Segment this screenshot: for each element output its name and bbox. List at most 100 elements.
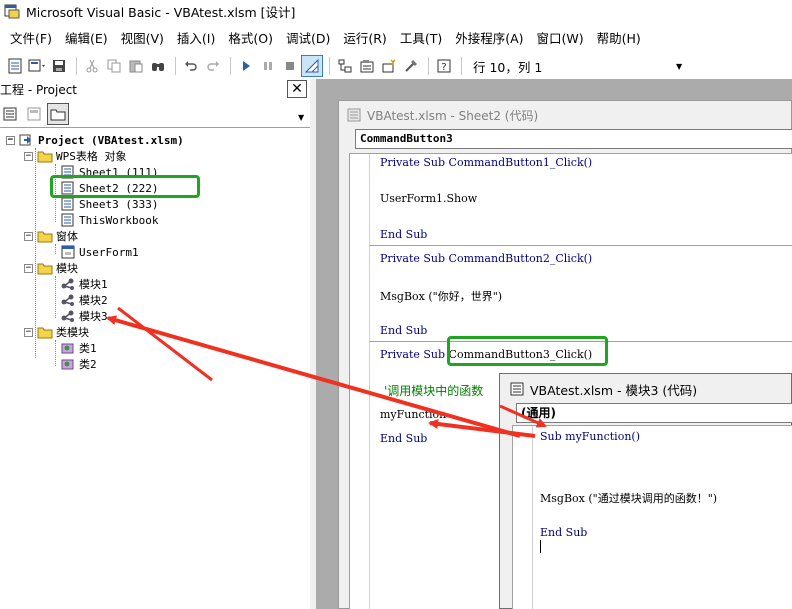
menu-help[interactable]: 帮助(H) bbox=[597, 28, 641, 47]
collapse-icon[interactable]: − bbox=[6, 135, 15, 145]
tree-root-project[interactable]: − Project (VBAtest.xlsm) bbox=[6, 132, 184, 148]
code-window-title-bar[interactable]: VBAtest.xlsm - 模块3 (代码) bbox=[500, 374, 791, 404]
code-line: Private Sub CommandButton2_Click() bbox=[380, 252, 593, 265]
title-bar: Microsoft Visual Basic - VBAtest.xlsm [设… bbox=[0, 0, 792, 22]
collapse-icon[interactable]: − bbox=[24, 231, 33, 241]
menu-addins[interactable]: 外接程序(A) bbox=[455, 28, 523, 47]
tree-item-thisworkbook[interactable]: ThisWorkbook bbox=[60, 212, 158, 228]
code-line: End Sub bbox=[380, 432, 428, 445]
folder-icon bbox=[37, 327, 53, 339]
tree-group-forms[interactable]: − 窗体 bbox=[24, 228, 78, 244]
tree-group-label: 类模块 bbox=[56, 326, 89, 339]
reset-icon[interactable] bbox=[280, 56, 300, 76]
code-window-title-bar[interactable]: VBAtest.xlsm - Sheet2 (代码) bbox=[339, 101, 791, 129]
project-tree: − Project (VBAtest.xlsm) − WPS表格 对象 Shee… bbox=[0, 127, 310, 609]
module-icon bbox=[61, 310, 74, 322]
menu-format[interactable]: 格式(O) bbox=[228, 28, 273, 47]
collapse-icon[interactable]: − bbox=[24, 327, 33, 337]
tree-item-label: ThisWorkbook bbox=[79, 213, 159, 227]
save-icon[interactable] bbox=[49, 56, 69, 76]
tree-group-label: WPS表格 对象 bbox=[56, 150, 127, 163]
toolbar-separator bbox=[175, 57, 176, 75]
project-panel-toolbar: ▼ bbox=[0, 102, 310, 126]
tree-guide bbox=[55, 276, 56, 318]
tree-item-module3[interactable]: 模块3 bbox=[60, 308, 108, 324]
cut-icon[interactable] bbox=[82, 56, 102, 76]
toolbar-options-chevron-icon[interactable]: ▼ bbox=[676, 62, 682, 71]
code-window-module3[interactable]: VBAtest.xlsm - 模块3 (代码) (通用) Sub myFunct… bbox=[499, 373, 792, 609]
tree-item-label: 类1 bbox=[79, 342, 97, 355]
run-icon[interactable] bbox=[236, 56, 256, 76]
toolbox-icon[interactable] bbox=[401, 56, 421, 76]
design-mode-icon[interactable] bbox=[301, 55, 323, 77]
tree-group-class-modules[interactable]: − 类模块 bbox=[24, 324, 89, 340]
code-window-icon bbox=[347, 108, 361, 122]
collapse-icon[interactable]: − bbox=[24, 151, 33, 161]
object-dropdown[interactable]: (通用) bbox=[516, 403, 792, 423]
highlight-box-sheet2 bbox=[50, 175, 200, 198]
tree-item-label: 模块3 bbox=[79, 310, 108, 323]
toolbar-separator bbox=[329, 57, 330, 75]
menu-debug[interactable]: 调试(D) bbox=[286, 28, 330, 47]
standard-toolbar: ? 行 10，列 1 bbox=[0, 52, 792, 80]
view-object-icon[interactable] bbox=[24, 104, 44, 124]
menu-window[interactable]: 窗口(W) bbox=[537, 28, 584, 47]
margin-indicator-bar[interactable] bbox=[350, 154, 370, 609]
module-icon bbox=[61, 278, 74, 290]
margin-indicator-bar[interactable] bbox=[513, 426, 533, 609]
tree-item-label: 模块1 bbox=[79, 278, 108, 291]
tree-item-sheet3[interactable]: Sheet3 (333) bbox=[60, 196, 158, 212]
project-name: Project (VBAtest.xlsm) bbox=[38, 133, 184, 147]
insert-userform-icon[interactable] bbox=[27, 56, 47, 76]
object-dropdown[interactable]: CommandButton3 bbox=[355, 129, 792, 149]
redo-icon[interactable] bbox=[203, 56, 223, 76]
window-title: Microsoft Visual Basic - VBAtest.xlsm [设… bbox=[26, 4, 296, 20]
properties-icon[interactable] bbox=[357, 56, 377, 76]
tree-item-module2[interactable]: 模块2 bbox=[60, 292, 108, 308]
project-explorer-icon[interactable] bbox=[335, 56, 355, 76]
tree-group-label: 窗体 bbox=[56, 230, 78, 243]
tree-group-modules[interactable]: − 模块 bbox=[24, 260, 78, 276]
view-excel-icon[interactable] bbox=[5, 56, 25, 76]
break-icon[interactable] bbox=[258, 56, 278, 76]
tree-item-userform1[interactable]: UserForm1 bbox=[60, 244, 139, 260]
tree-item-class1[interactable]: 类1 bbox=[60, 340, 97, 356]
close-icon[interactable]: ✕ bbox=[287, 80, 307, 98]
text-caret bbox=[540, 540, 541, 553]
menu-bar: 文件(F) 编辑(E) 视图(V) 插入(I) 格式(O) 调试(D) 运行(R… bbox=[0, 25, 792, 49]
procedure-separator bbox=[370, 245, 792, 246]
view-code-icon[interactable] bbox=[0, 104, 20, 124]
code-line: End Sub bbox=[380, 324, 428, 337]
code-window-icon bbox=[510, 382, 524, 396]
menu-edit[interactable]: 编辑(E) bbox=[65, 28, 108, 47]
find-icon[interactable] bbox=[148, 56, 168, 76]
worksheet-icon bbox=[61, 197, 74, 211]
toolbar-separator bbox=[76, 57, 77, 75]
tree-group-sheets[interactable]: − WPS表格 对象 bbox=[24, 148, 127, 164]
help-icon[interactable]: ? bbox=[434, 56, 454, 76]
panel-options-chevron-icon[interactable]: ▼ bbox=[298, 113, 304, 122]
toolbar-separator bbox=[428, 57, 429, 75]
tree-item-class2[interactable]: 类2 bbox=[60, 356, 97, 372]
class-module-icon bbox=[61, 359, 74, 370]
workbook-icon bbox=[61, 213, 74, 227]
tree-item-module1[interactable]: 模块1 bbox=[60, 276, 108, 292]
paste-icon[interactable] bbox=[126, 56, 146, 76]
class-module-icon bbox=[61, 343, 74, 354]
menu-tools[interactable]: 工具(T) bbox=[400, 28, 442, 47]
object-browser-icon[interactable] bbox=[379, 56, 399, 76]
code-editor[interactable]: Sub myFunction() MsgBox ("通过模块调用的函数！") E… bbox=[512, 425, 792, 609]
menu-run[interactable]: 运行(R) bbox=[343, 28, 386, 47]
menu-insert[interactable]: 插入(I) bbox=[177, 28, 215, 47]
collapse-icon[interactable]: − bbox=[24, 263, 33, 273]
code-line: MsgBox ("你好，世界") bbox=[380, 290, 503, 303]
module-icon bbox=[61, 294, 74, 306]
undo-icon[interactable] bbox=[181, 56, 201, 76]
code-line: UserForm1.Show bbox=[380, 192, 478, 205]
menu-file[interactable]: 文件(F) bbox=[10, 28, 52, 47]
copy-icon[interactable] bbox=[104, 56, 124, 76]
folder-icon bbox=[37, 231, 53, 243]
toolbar-separator bbox=[230, 57, 231, 75]
menu-view[interactable]: 视图(V) bbox=[121, 28, 164, 47]
toggle-folders-icon[interactable] bbox=[47, 103, 69, 125]
